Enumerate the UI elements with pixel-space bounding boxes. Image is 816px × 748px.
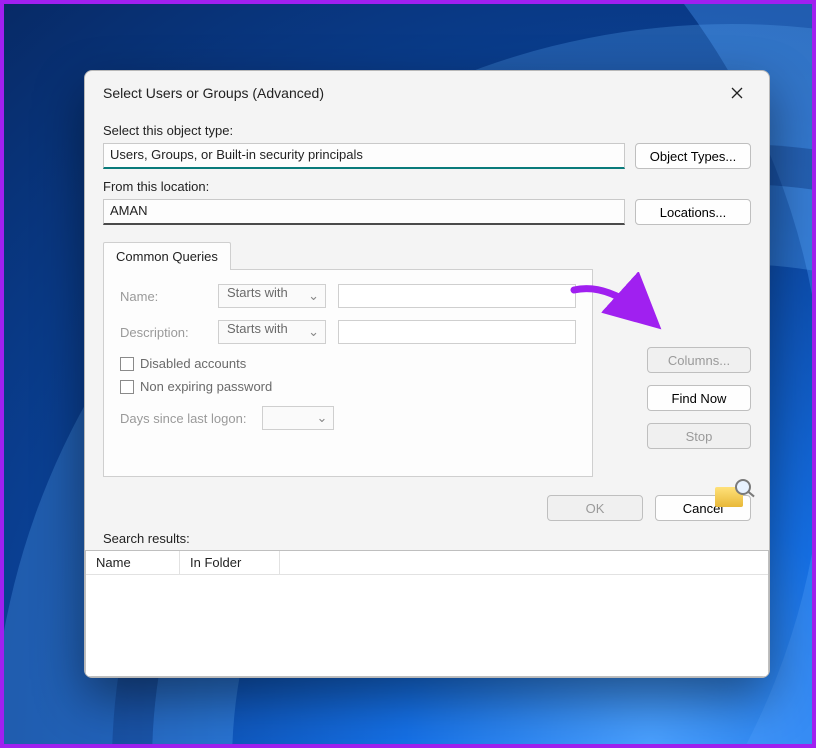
- tab-common-queries[interactable]: Common Queries: [103, 242, 231, 270]
- column-name[interactable]: Name: [86, 551, 180, 574]
- find-folder-icon: [715, 479, 751, 507]
- checkbox-box: [120, 380, 134, 394]
- search-results-label: Search results:: [103, 531, 751, 546]
- days-since-logon-combo[interactable]: ⌄: [262, 406, 334, 430]
- dialog-content: Select this object type: Users, Groups, …: [85, 115, 769, 677]
- ok-button[interactable]: OK: [547, 495, 643, 521]
- non-expiring-checkbox[interactable]: Non expiring password: [120, 379, 576, 394]
- location-label: From this location:: [103, 179, 751, 194]
- close-icon: [731, 87, 743, 99]
- stop-button[interactable]: Stop: [647, 423, 751, 449]
- checkbox-box: [120, 357, 134, 371]
- disabled-accounts-checkbox[interactable]: Disabled accounts: [120, 356, 576, 371]
- chevron-down-icon: ⌄: [308, 288, 319, 304]
- chevron-down-icon: ⌄: [308, 324, 319, 340]
- titlebar: Select Users or Groups (Advanced): [85, 71, 769, 115]
- description-label: Description:: [120, 325, 206, 340]
- columns-button[interactable]: Columns...: [647, 347, 751, 373]
- locations-button[interactable]: Locations...: [635, 199, 751, 225]
- days-since-logon-label: Days since last logon:: [120, 411, 246, 426]
- disabled-accounts-label: Disabled accounts: [140, 356, 246, 371]
- name-label: Name:: [120, 289, 206, 304]
- common-queries-panel: Name: Starts with ⌄ Description: Starts …: [103, 269, 593, 477]
- object-types-button[interactable]: Object Types...: [635, 143, 751, 169]
- description-input[interactable]: [338, 320, 576, 344]
- column-in-folder[interactable]: In Folder: [180, 551, 280, 574]
- dialog-title: Select Users or Groups (Advanced): [103, 85, 324, 101]
- search-results-list[interactable]: Name In Folder: [85, 550, 769, 677]
- non-expiring-label: Non expiring password: [140, 379, 272, 394]
- location-field[interactable]: AMAN: [103, 199, 625, 225]
- description-match-value: Starts with: [227, 321, 288, 336]
- name-input[interactable]: [338, 284, 576, 308]
- close-button[interactable]: [723, 79, 751, 107]
- object-type-label: Select this object type:: [103, 123, 751, 138]
- select-users-groups-dialog: Select Users or Groups (Advanced) Select…: [84, 70, 770, 678]
- find-now-button[interactable]: Find Now: [647, 385, 751, 411]
- name-match-value: Starts with: [227, 285, 288, 300]
- name-match-combo[interactable]: Starts with ⌄: [218, 284, 326, 308]
- chevron-down-icon: ⌄: [317, 410, 328, 426]
- results-header: Name In Folder: [86, 551, 768, 575]
- description-match-combo[interactable]: Starts with ⌄: [218, 320, 326, 344]
- object-type-field[interactable]: Users, Groups, or Built-in security prin…: [103, 143, 625, 169]
